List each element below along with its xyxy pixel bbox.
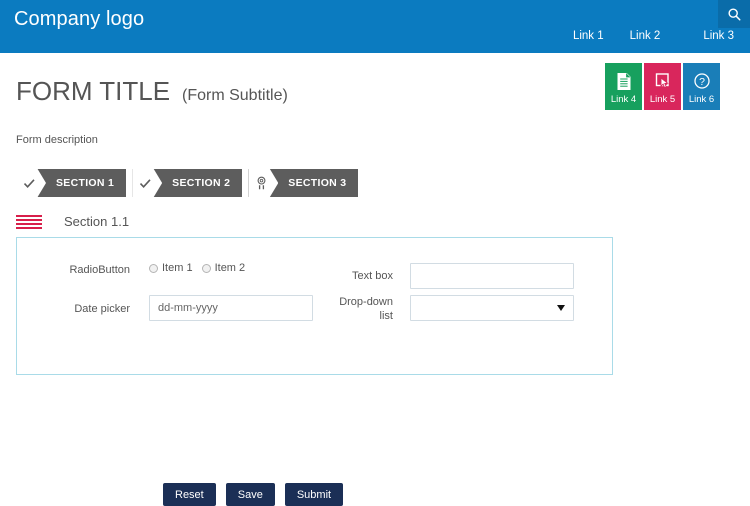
- date-picker-input[interactable]: [149, 295, 313, 321]
- tile-link-4-label: Link 4: [610, 94, 637, 105]
- dropdown-label: Drop-down list: [339, 296, 393, 322]
- section-tab-3-label: SECTION 3: [288, 177, 347, 189]
- hamburger-bar: [16, 214, 42, 217]
- date-picker-field-row: Date picker: [45, 295, 313, 321]
- check-icon: [139, 178, 152, 189]
- radio-group: Item 1 Item 2: [149, 262, 245, 274]
- search-icon: [727, 7, 742, 22]
- tile-link-5-label: Link 5: [649, 94, 676, 105]
- subsection-header: Section 1.1: [16, 214, 129, 229]
- tile-link-5[interactable]: Link 5: [644, 63, 681, 110]
- nav-link-2[interactable]: Link 2: [630, 30, 661, 42]
- hamburger-icon[interactable]: [16, 214, 42, 229]
- radio-option-item-2[interactable]: Item 2: [201, 262, 246, 274]
- company-logo[interactable]: Company logo: [14, 8, 144, 31]
- hamburger-bar: [16, 218, 42, 221]
- check-icon: [23, 178, 36, 189]
- section-1-status: [16, 169, 46, 197]
- section-tab-2[interactable]: SECTION 2: [132, 169, 243, 197]
- quick-link-tiles: Link 4 Link 5 ? Link 6: [605, 63, 720, 110]
- text-box-input[interactable]: [410, 263, 574, 289]
- date-picker-label: Date picker: [74, 303, 130, 315]
- radio-dot-icon[interactable]: [201, 263, 211, 273]
- submit-button[interactable]: Submit: [284, 483, 344, 506]
- top-nav-links: Link 1 Link 2 Link 3: [573, 30, 734, 42]
- svg-text:?: ?: [699, 76, 705, 88]
- dropdown-select[interactable]: [410, 295, 574, 321]
- text-box-label: Text box: [352, 270, 393, 282]
- text-box-field-row: Text box: [327, 263, 574, 289]
- page-subtitle: (Form Subtitle): [182, 87, 288, 104]
- chevron-down-icon: [557, 305, 565, 311]
- form-action-buttons: Reset Save Submit: [163, 483, 344, 506]
- top-header-bar: Company logo Link 1 Link 2 Link 3: [0, 0, 750, 53]
- hamburger-bar: [16, 226, 42, 229]
- radio-option-item-1-label: Item 1: [162, 262, 193, 274]
- search-button[interactable]: [718, 0, 750, 28]
- question-mark-icon: ?: [693, 70, 711, 92]
- radio-dot-icon[interactable]: [149, 263, 158, 273]
- document-icon: [616, 70, 632, 92]
- tile-link-6[interactable]: ? Link 6: [683, 63, 720, 110]
- reset-button[interactable]: Reset: [163, 483, 216, 506]
- radio-field-row: RadioButton Item 1 Item 2: [45, 262, 245, 277]
- hamburger-bar: [16, 222, 42, 225]
- nav-link-3[interactable]: Link 3: [703, 30, 734, 42]
- tile-link-4[interactable]: Link 4: [605, 63, 642, 110]
- click-pointer-icon: [654, 70, 672, 92]
- section-tab-2-label: SECTION 2: [172, 177, 231, 189]
- section-breadcrumb-tabs: SECTION 1 SECTION 2 SECTION 3: [16, 169, 359, 197]
- radio-option-item-1[interactable]: Item 1: [149, 262, 193, 274]
- section-3-status: [248, 169, 279, 197]
- section-tab-1-label: SECTION 1: [56, 177, 115, 189]
- form-panel: RadioButton Item 1 Item 2 Date picker Te…: [16, 237, 613, 375]
- tile-link-6-label: Link 6: [688, 94, 715, 105]
- radio-option-item-2-label: Item 2: [214, 262, 246, 274]
- dropdown-field-row: Drop-down list: [327, 295, 574, 323]
- page-title: FORM TITLE: [16, 76, 171, 106]
- save-button[interactable]: Save: [225, 483, 275, 506]
- award-ribbon-icon: [257, 176, 268, 191]
- section-tab-3[interactable]: SECTION 3: [248, 169, 359, 197]
- radio-field-label: RadioButton: [69, 264, 130, 276]
- subsection-title: Section 1.1: [64, 214, 130, 229]
- section-2-status: [132, 169, 163, 197]
- nav-link-1[interactable]: Link 1: [573, 30, 604, 42]
- section-tab-1[interactable]: SECTION 1: [16, 169, 127, 197]
- form-description: Form description: [16, 134, 98, 146]
